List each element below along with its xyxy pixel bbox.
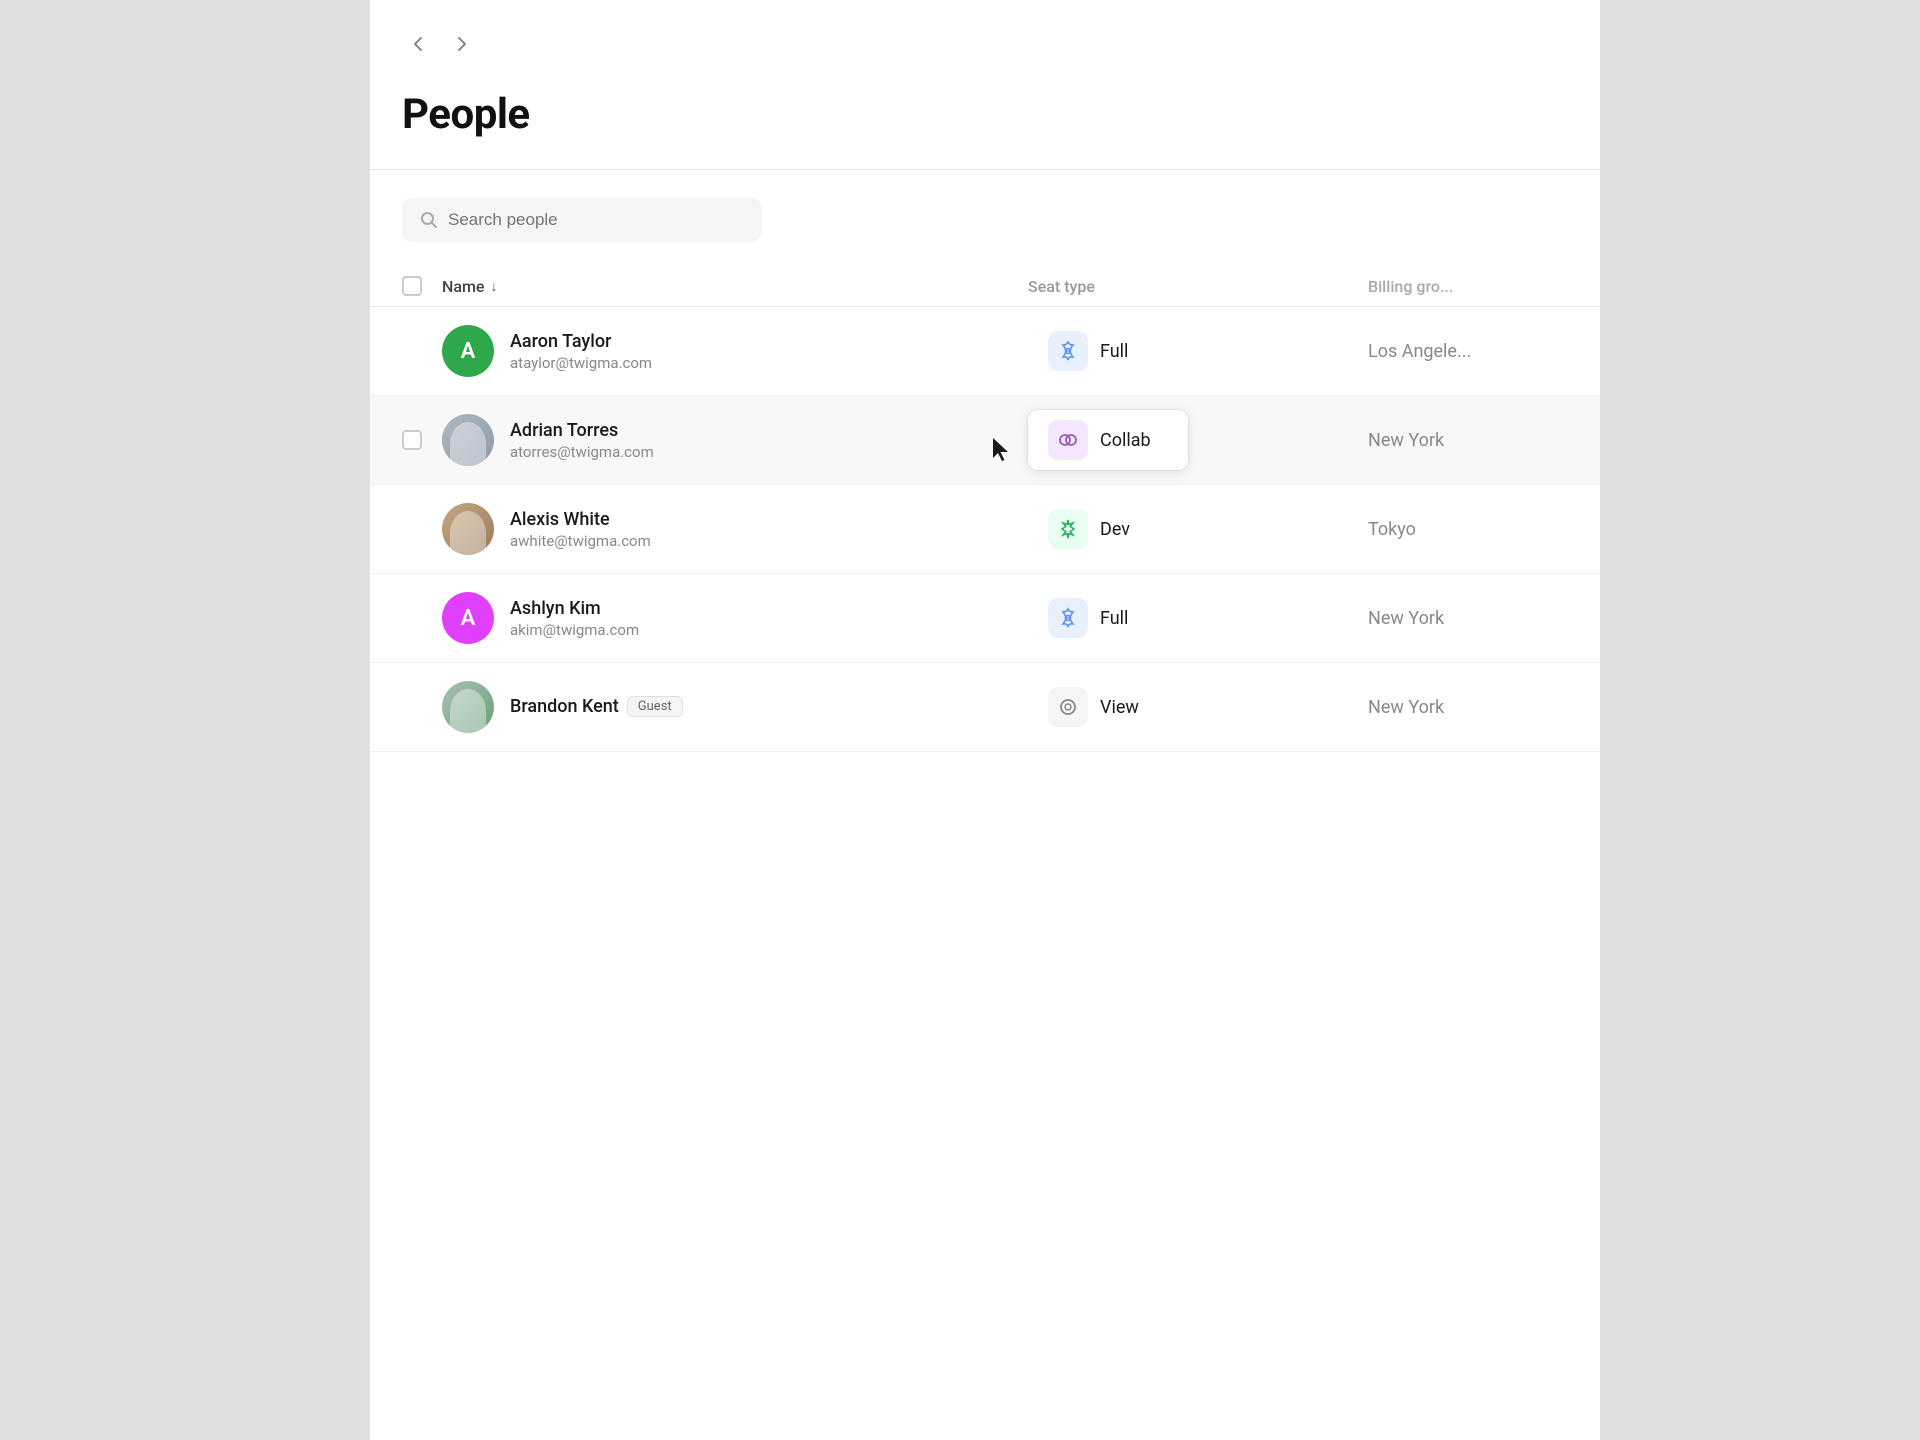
page-header: People (370, 80, 1600, 169)
person-email: awhite@twigma.com (510, 532, 1028, 550)
seat-icon-collab (1048, 420, 1088, 460)
seat-label: View (1100, 697, 1139, 718)
avatar: A (442, 325, 494, 377)
table-row[interactable]: Adrian Torres atorres@twigma.com Collab … (370, 396, 1600, 485)
person-info: Ashlyn Kim akim@twigma.com (510, 598, 1028, 639)
seat-pill[interactable]: View (1028, 677, 1188, 737)
billing-col: Los Angele... (1368, 341, 1568, 362)
row-checkbox (402, 430, 442, 450)
seat-col: Dev (1028, 499, 1368, 559)
person-name: Adrian Torres (510, 420, 1028, 441)
header-checkbox-col (402, 276, 442, 296)
seat-pill[interactable]: Full (1028, 321, 1188, 381)
forward-button[interactable] (446, 28, 478, 60)
row-select-checkbox[interactable] (402, 430, 422, 450)
search-input[interactable] (448, 210, 744, 230)
person-name: Aaron Taylor (510, 331, 1028, 352)
seat-col: Collab (1028, 410, 1368, 470)
seat-col: Full (1028, 321, 1368, 381)
person-info: Aaron Taylor ataylor@twigma.com (510, 331, 1028, 372)
sort-arrow-icon: ↓ (490, 278, 497, 295)
seat-col: View (1028, 677, 1368, 737)
billing-col: New York (1368, 430, 1568, 451)
person-info: Alexis White awhite@twigma.com (510, 509, 1028, 550)
avatar (442, 681, 494, 733)
table-row[interactable]: A Aaron Taylor ataylor@twigma.com Full L… (370, 307, 1600, 396)
person-name: Ashlyn Kim (510, 598, 1028, 619)
avatar (442, 503, 494, 555)
seat-label: Collab (1100, 430, 1151, 451)
select-all-checkbox[interactable] (402, 276, 422, 296)
seat-type-column-header: Seat type (1028, 277, 1368, 296)
header-divider (370, 169, 1600, 170)
main-window: People Name ↓ Seat type Billing gro... (370, 0, 1600, 1440)
person-info: Brandon Kent Guest (510, 696, 1028, 719)
search-box[interactable] (402, 198, 762, 242)
person-info: Adrian Torres atorres@twigma.com (510, 420, 1028, 461)
avatar (442, 414, 494, 466)
page-title: People (402, 90, 1568, 139)
seat-icon-full (1048, 331, 1088, 371)
search-icon (420, 211, 438, 229)
seat-pill[interactable]: Dev (1028, 499, 1188, 559)
top-nav (370, 0, 1600, 80)
seat-label: Full (1100, 608, 1128, 629)
person-name: Brandon Kent Guest (510, 696, 1028, 717)
guest-badge: Guest (627, 696, 683, 717)
seat-icon-view (1048, 687, 1088, 727)
seat-label: Dev (1100, 519, 1130, 540)
billing-group-column-header: Billing gro... (1368, 277, 1568, 296)
seat-label: Full (1100, 341, 1128, 362)
billing-col: New York (1368, 697, 1568, 718)
person-name: Alexis White (510, 509, 1028, 530)
billing-col: Tokyo (1368, 519, 1568, 540)
person-email: akim@twigma.com (510, 621, 1028, 639)
person-email: atorres@twigma.com (510, 443, 1028, 461)
seat-col: Full (1028, 588, 1368, 648)
table-row[interactable]: Alexis White awhite@twigma.com Dev Tokyo (370, 485, 1600, 574)
avatar: A (442, 592, 494, 644)
table-row[interactable]: A Ashlyn Kim akim@twigma.com Full New Yo… (370, 574, 1600, 663)
back-button[interactable] (402, 28, 434, 60)
seat-icon-dev (1048, 509, 1088, 549)
seat-pill[interactable]: Full (1028, 588, 1188, 648)
seat-pill-active[interactable]: Collab (1028, 410, 1188, 470)
billing-col: New York (1368, 608, 1568, 629)
name-column-header[interactable]: Name ↓ (442, 277, 1028, 296)
seat-icon-full (1048, 598, 1088, 638)
table-header: Name ↓ Seat type Billing gro... (370, 266, 1600, 307)
table-row[interactable]: Brandon Kent Guest View New York (370, 663, 1600, 752)
search-area (370, 198, 1600, 266)
person-email: ataylor@twigma.com (510, 354, 1028, 372)
